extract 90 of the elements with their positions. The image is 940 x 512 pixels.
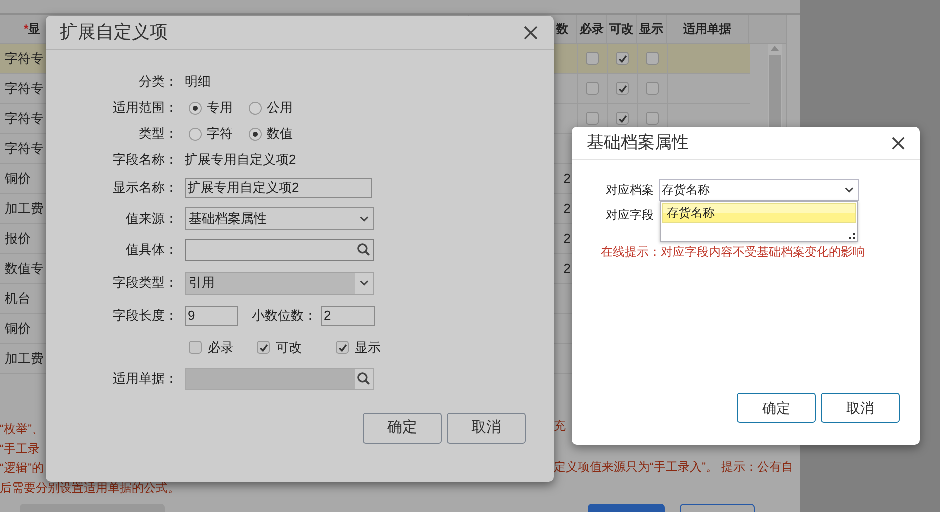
note-text: 定义项值来源只为“手工录入”。 提示：公有自: [554, 458, 794, 476]
table-cell-text: 字符专: [5, 140, 44, 158]
field-label: 类型：: [139, 126, 178, 142]
table-cell-text: 加工费: [5, 350, 44, 368]
table-cell-text: 字符专: [5, 50, 44, 68]
field-label: 显示名称：: [113, 180, 178, 196]
dropdown[interactable]: 存货名称: [659, 178, 859, 200]
selected-radio[interactable]: [249, 128, 262, 140]
checkbox-label: 可改: [276, 338, 302, 357]
secondary-button[interactable]: [680, 504, 755, 512]
table-cell-text: 2: [564, 260, 571, 278]
table-cell-text: 铜价: [5, 170, 31, 188]
note-text: “枚举”、: [0, 421, 44, 438]
checkbox[interactable]: [646, 112, 659, 125]
scroll-up-icon[interactable]: [771, 46, 779, 51]
close-button[interactable]: [890, 135, 906, 151]
table-cell-text: 加工费: [5, 200, 44, 218]
column-header: 显示: [640, 21, 664, 38]
note-text: “手工录: [0, 440, 40, 458]
field-label: 字段长度：: [113, 308, 178, 324]
radio-label: 字符: [207, 125, 233, 144]
checkbox-label: 必录: [208, 338, 234, 357]
dropdown[interactable]: 基础档案属性: [185, 207, 374, 230]
checked-checkbox[interactable]: [336, 341, 349, 354]
dialog-button[interactable]: 确定: [363, 413, 442, 444]
table-cell-text: 铜价: [5, 320, 31, 338]
checked-checkbox[interactable]: [616, 52, 629, 65]
table-cell-text: 2: [564, 200, 571, 218]
radio-label: 数值: [267, 125, 293, 144]
close-button[interactable]: [522, 24, 540, 42]
checkbox[interactable]: [189, 341, 202, 354]
hint-text: 在线提示：对应字段内容不受基础档案变化的影响: [601, 244, 866, 261]
column-header: 显: [28, 21, 41, 38]
table-cell-text: 报价: [5, 230, 31, 248]
checkbox[interactable]: [586, 82, 599, 95]
dialog-title: 基础档案属性: [587, 132, 689, 154]
checked-checkbox[interactable]: [257, 341, 270, 354]
field-label: 字段类型：: [113, 275, 178, 290]
field-label: 对应档案: [606, 182, 654, 196]
table-cell-text: 字符专: [5, 110, 44, 128]
column-header: 适用单据: [684, 21, 732, 38]
dialog-title: 扩展自定义项: [60, 21, 168, 44]
checked-checkbox[interactable]: [616, 82, 629, 95]
caret-icon: [845, 186, 854, 192]
note-text: 后需要分别设置适用单据的公式。: [0, 480, 180, 496]
checked-checkbox[interactable]: [616, 112, 629, 125]
radio[interactable]: [189, 128, 202, 140]
table-cell-text: 字符专: [5, 80, 44, 98]
column-header: 必录: [580, 21, 604, 38]
selected-radio[interactable]: [189, 102, 202, 114]
field-label: 对应字段: [606, 208, 654, 222]
lookup-field[interactable]: [185, 239, 374, 261]
checkbox[interactable]: [646, 52, 659, 65]
search-icon: [357, 243, 371, 257]
caret-icon: [360, 216, 368, 222]
radio-label: 专用: [207, 99, 233, 118]
dialog-button[interactable]: 确定: [737, 393, 816, 423]
radio-label: 公用: [267, 99, 293, 118]
field-label: 小数位数：: [252, 307, 317, 326]
checkbox[interactable]: [586, 52, 599, 65]
text-field[interactable]: 9: [185, 306, 238, 326]
note-text: 充: [554, 418, 566, 435]
required-mark: *: [24, 21, 29, 38]
resize-grip-icon: [849, 233, 855, 239]
search-icon: [357, 372, 371, 386]
radio[interactable]: [249, 102, 262, 114]
table-cell-text: 2: [564, 230, 571, 248]
field-label: 值来源：: [126, 210, 178, 226]
field-label: 字段名称：: [113, 152, 178, 168]
checkbox[interactable]: [586, 112, 599, 125]
field-label: 适用范围：: [113, 100, 178, 116]
text-field[interactable]: 2: [321, 306, 375, 326]
caret-icon: [360, 280, 368, 286]
table-cell-text: 2: [564, 170, 571, 188]
note-text: “逻辑”的: [0, 460, 44, 477]
field-label: 适用单据：: [113, 371, 178, 386]
column-header: 数: [556, 21, 568, 38]
field-value: 扩展专用自定义项2: [185, 151, 296, 170]
checkbox-label: 显示: [355, 338, 381, 357]
dialog-button[interactable]: 取消: [821, 393, 900, 423]
field-label: 值具体：: [126, 242, 178, 258]
dropdown-option[interactable]: 存货名称: [662, 203, 856, 223]
table-cell-text: 数值专: [5, 260, 44, 278]
text-field[interactable]: 扩展专用自定义项2: [185, 178, 372, 198]
field-value: 明细: [185, 73, 211, 92]
table-cell-text: 机台: [5, 290, 31, 308]
checkbox[interactable]: [646, 82, 659, 95]
field-label: 分类：: [139, 74, 178, 90]
column-header: 可改: [610, 21, 634, 38]
dialog-button[interactable]: 取消: [447, 413, 526, 444]
